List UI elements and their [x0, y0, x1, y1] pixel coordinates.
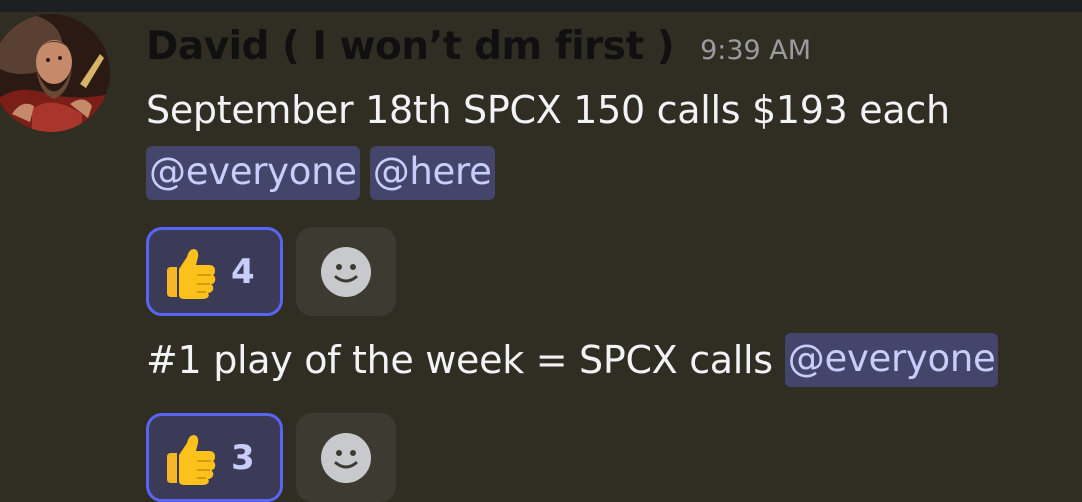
message-header: David ( I won’t dm first ) 9:39 AM: [146, 24, 811, 74]
add-reaction-icon: [321, 432, 371, 483]
window-top-bar: [0, 0, 1082, 12]
mention-here[interactable]: @here: [369, 146, 495, 200]
add-reaction-icon: [321, 246, 371, 297]
mention-everyone[interactable]: @everyone: [146, 146, 360, 200]
thumbs-up-icon: [167, 434, 216, 485]
avatar[interactable]: [0, 14, 110, 132]
avatar-portrait-icon: [0, 14, 110, 132]
message-text-2: #1 play of the week = SPCX calls @everyo…: [146, 333, 999, 387]
reaction-thumbs-up-2[interactable]: 3: [146, 413, 283, 502]
reaction-count: 4: [231, 251, 255, 292]
message-text: September 18th SPCX 150 calls $193 each: [146, 88, 950, 132]
add-reaction-button-2[interactable]: [296, 413, 396, 502]
message-text-2-body: #1 play of the week = SPCX calls: [146, 338, 773, 382]
message-timestamp: 9:39 AM: [700, 35, 812, 66]
reaction-bar-2: 3: [146, 413, 396, 502]
reaction-bar: 4: [146, 227, 396, 316]
reaction-thumbs-up[interactable]: 4: [146, 227, 283, 316]
thumbs-up-icon: [167, 248, 216, 299]
mention-everyone-2[interactable]: @everyone: [784, 333, 999, 387]
add-reaction-button[interactable]: [296, 227, 396, 316]
reaction-count-2: 3: [231, 437, 255, 478]
author-name[interactable]: David ( I won’t dm first ): [146, 24, 675, 69]
message-mentions: @everyone @here: [146, 146, 495, 200]
